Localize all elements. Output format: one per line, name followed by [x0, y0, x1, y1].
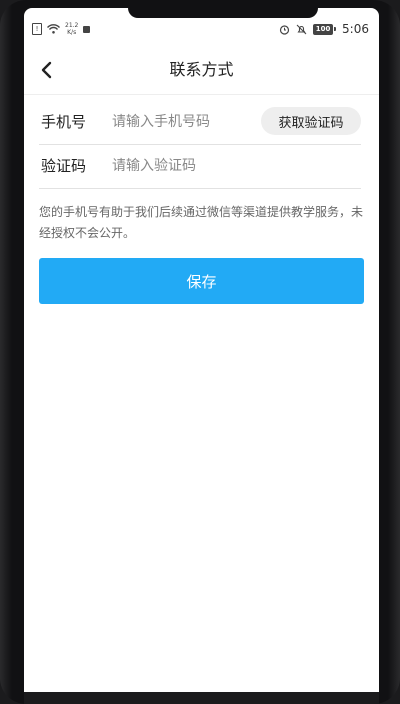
phone-label: 手机号	[41, 113, 87, 131]
battery-tip	[334, 27, 337, 31]
phone-row: 手机号 获取验证码	[39, 100, 361, 145]
status-bar-right: 100 5:06	[279, 22, 369, 36]
phone-input[interactable]	[112, 110, 262, 134]
network-speed: 21.2 K/s	[65, 22, 78, 36]
mute-bell-icon	[296, 24, 307, 35]
battery-indicator: 100	[313, 23, 337, 35]
alarm-icon	[279, 24, 290, 35]
app-screen: ! 21.2 K/s 100 5:06 联系方式 手机号 请输入手机号码 获取验…	[24, 8, 379, 692]
code-row: 验证码	[39, 144, 361, 189]
network-speed-unit: K/s	[67, 29, 77, 36]
code-input[interactable]	[112, 154, 342, 178]
save-button[interactable]: 保存	[39, 258, 364, 304]
chevron-left-icon	[41, 61, 52, 79]
wifi-icon	[47, 24, 60, 34]
code-label: 验证码	[41, 157, 87, 175]
battery-level: 100	[313, 23, 334, 35]
privacy-notice: 您的手机号有助于我们后续通过微信等渠道提供教学服务，未经授权不会公开。	[39, 205, 364, 240]
page-header: 联系方式	[24, 46, 379, 95]
network-speed-value: 21.2	[65, 22, 79, 29]
get-code-button[interactable]: 获取验证码	[261, 107, 361, 135]
camera-notch	[128, 8, 318, 18]
sim-icon: !	[32, 23, 42, 35]
status-time: 5:06	[342, 22, 369, 36]
page-title: 联系方式	[169, 60, 234, 79]
notification-icon	[83, 25, 91, 33]
phone-frame: ! 21.2 K/s 100 5:06 联系方式 手机号 请输入手机号码 获取验…	[0, 0, 400, 704]
status-bar-left: ! 21.2 K/s	[32, 22, 91, 36]
phone-bottom-bezel	[24, 692, 379, 704]
back-button[interactable]	[34, 58, 58, 82]
